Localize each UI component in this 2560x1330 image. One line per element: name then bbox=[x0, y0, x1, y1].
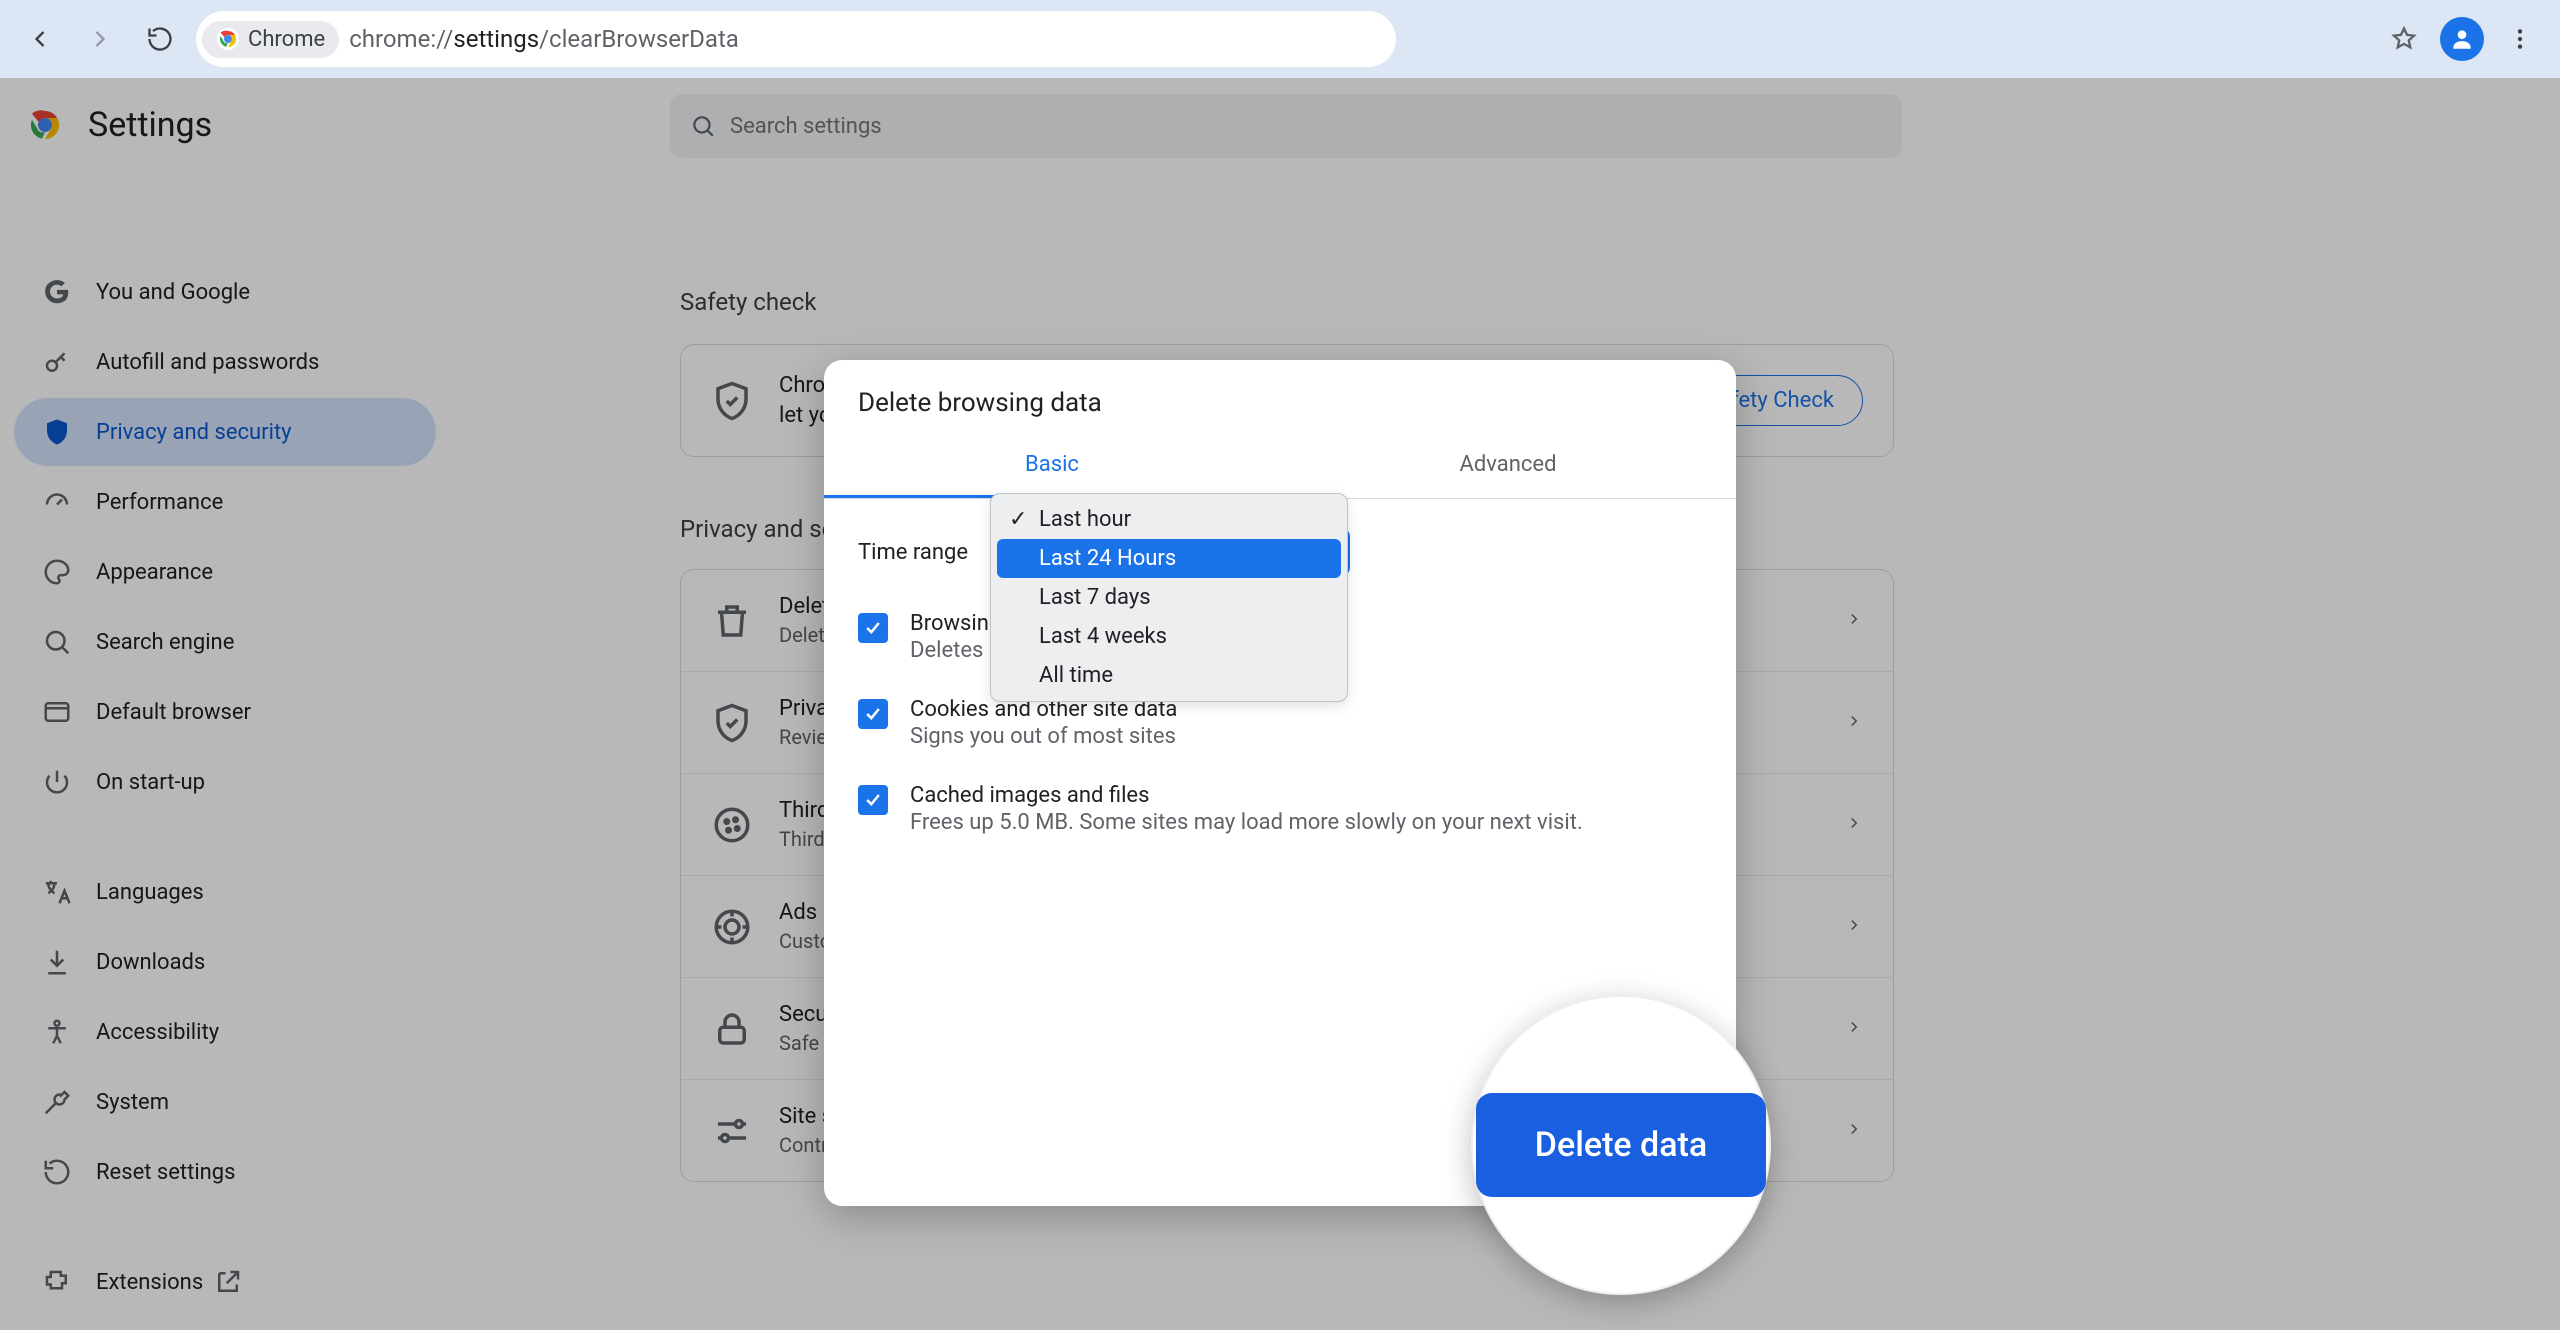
chevron-right-icon bbox=[1845, 1018, 1863, 1040]
reload-button[interactable] bbox=[136, 15, 184, 63]
delete-data-button[interactable]: Delete data bbox=[1476, 1093, 1766, 1197]
chevron-right-icon bbox=[1845, 712, 1863, 734]
shield-check-icon bbox=[711, 702, 753, 744]
sidebar: You and Google Autofill and passwords Pr… bbox=[14, 258, 436, 1330]
highlight-magnifier: Delete data bbox=[1471, 995, 1771, 1295]
search-icon bbox=[42, 627, 72, 657]
dialog-title: Delete browsing data bbox=[824, 360, 1736, 436]
time-range-dropdown: ✓Last hour Last 24 Hours Last 7 days Las… bbox=[990, 493, 1348, 702]
dropdown-option-all-time[interactable]: All time bbox=[997, 656, 1341, 695]
open-in-new-icon bbox=[213, 1267, 243, 1297]
sidebar-item-label: Performance bbox=[96, 490, 223, 515]
sidebar-item-label: Languages bbox=[96, 880, 204, 905]
sidebar-item-languages[interactable]: Languages bbox=[14, 858, 436, 926]
sidebar-item-label: On start-up bbox=[96, 770, 205, 795]
sidebar-item-label: You and Google bbox=[96, 280, 250, 305]
chevron-right-icon bbox=[1845, 610, 1863, 632]
site-chip: Chrome bbox=[202, 21, 339, 58]
sidebar-item-label: Default browser bbox=[96, 700, 251, 725]
sidebar-item-extensions[interactable]: Extensions bbox=[14, 1248, 436, 1316]
sidebar-item-system[interactable]: System bbox=[14, 1068, 436, 1136]
search-icon bbox=[690, 113, 716, 139]
download-icon bbox=[42, 947, 72, 977]
bookmark-icon[interactable] bbox=[2380, 15, 2428, 63]
dropdown-option-last-hour[interactable]: ✓Last hour bbox=[997, 500, 1341, 539]
browser-toolbar: Chrome chrome://settings/clearBrowserDat… bbox=[0, 0, 2560, 78]
chrome-icon bbox=[216, 27, 240, 51]
sidebar-item-privacy[interactable]: Privacy and security bbox=[14, 398, 436, 466]
page-title: Settings bbox=[88, 105, 212, 145]
chevron-right-icon bbox=[1845, 916, 1863, 938]
power-icon bbox=[42, 767, 72, 797]
sidebar-item-label: Search engine bbox=[96, 630, 234, 655]
section-heading-safety: Safety check bbox=[680, 288, 1894, 316]
checkbox-browsing-history[interactable] bbox=[858, 613, 888, 643]
speedometer-icon bbox=[42, 487, 72, 517]
reset-icon bbox=[42, 1157, 72, 1187]
overflow-menu-button[interactable] bbox=[2496, 15, 2544, 63]
profile-avatar[interactable] bbox=[2440, 17, 2484, 61]
trash-icon bbox=[711, 600, 753, 642]
wrench-icon bbox=[42, 1087, 72, 1117]
chevron-right-icon bbox=[1845, 1120, 1863, 1142]
tab-advanced[interactable]: Advanced bbox=[1280, 436, 1736, 498]
accessibility-icon bbox=[42, 1017, 72, 1047]
checkbox-cached[interactable] bbox=[858, 785, 888, 815]
target-icon bbox=[711, 906, 753, 948]
sidebar-item-label: Appearance bbox=[96, 560, 213, 585]
sidebar-item-startup[interactable]: On start-up bbox=[14, 748, 436, 816]
dropdown-option-last-7-days[interactable]: Last 7 days bbox=[997, 578, 1341, 617]
settings-search[interactable] bbox=[670, 94, 1902, 158]
sidebar-item-label: System bbox=[96, 1090, 169, 1115]
sidebar-item-label: Autofill and passwords bbox=[96, 350, 319, 375]
site-chip-label: Chrome bbox=[248, 27, 325, 52]
shield-icon bbox=[42, 417, 72, 447]
chevron-right-icon bbox=[1845, 814, 1863, 836]
dropdown-option-last-24-hours[interactable]: Last 24 Hours bbox=[997, 539, 1341, 578]
forward-button[interactable] bbox=[76, 15, 124, 63]
sidebar-item-downloads[interactable]: Downloads bbox=[14, 928, 436, 996]
window-icon bbox=[42, 697, 72, 727]
sidebar-item-default-browser[interactable]: Default browser bbox=[14, 678, 436, 746]
translate-icon bbox=[42, 877, 72, 907]
google-g-icon bbox=[42, 277, 72, 307]
time-range-label: Time range bbox=[858, 540, 968, 565]
chrome-logo-icon bbox=[24, 104, 66, 146]
sidebar-item-label: Reset settings bbox=[96, 1160, 236, 1185]
tab-basic[interactable]: Basic bbox=[824, 436, 1280, 498]
back-button[interactable] bbox=[16, 15, 64, 63]
extension-icon bbox=[42, 1267, 72, 1297]
lock-icon bbox=[711, 1008, 753, 1050]
settings-search-input[interactable] bbox=[730, 114, 1882, 139]
sidebar-item-reset[interactable]: Reset settings bbox=[14, 1138, 436, 1206]
key-icon bbox=[42, 347, 72, 377]
sidebar-item-label: Extensions bbox=[96, 1267, 243, 1297]
shield-check-icon bbox=[711, 380, 753, 422]
sidebar-item-about[interactable]: About Chrome bbox=[14, 1318, 436, 1330]
sidebar-item-appearance[interactable]: Appearance bbox=[14, 538, 436, 606]
palette-icon bbox=[42, 557, 72, 587]
sidebar-item-label: Privacy and security bbox=[96, 420, 292, 445]
dropdown-option-last-4-weeks[interactable]: Last 4 weeks bbox=[997, 617, 1341, 656]
url-text: chrome://settings/clearBrowserData bbox=[349, 25, 739, 53]
sidebar-item-label: Accessibility bbox=[96, 1020, 219, 1045]
checkbox-cookies[interactable] bbox=[858, 699, 888, 729]
sidebar-item-performance[interactable]: Performance bbox=[14, 468, 436, 536]
address-bar[interactable]: Chrome chrome://settings/clearBrowserDat… bbox=[196, 11, 1396, 67]
sidebar-item-you-and-google[interactable]: You and Google bbox=[14, 258, 436, 326]
sidebar-item-accessibility[interactable]: Accessibility bbox=[14, 998, 436, 1066]
cookie-icon bbox=[711, 804, 753, 846]
sidebar-item-search-engine[interactable]: Search engine bbox=[14, 608, 436, 676]
sidebar-item-label: Downloads bbox=[96, 950, 205, 975]
sidebar-item-autofill[interactable]: Autofill and passwords bbox=[14, 328, 436, 396]
sliders-icon bbox=[711, 1110, 753, 1152]
dialog-tabs: Basic Advanced bbox=[824, 436, 1736, 499]
